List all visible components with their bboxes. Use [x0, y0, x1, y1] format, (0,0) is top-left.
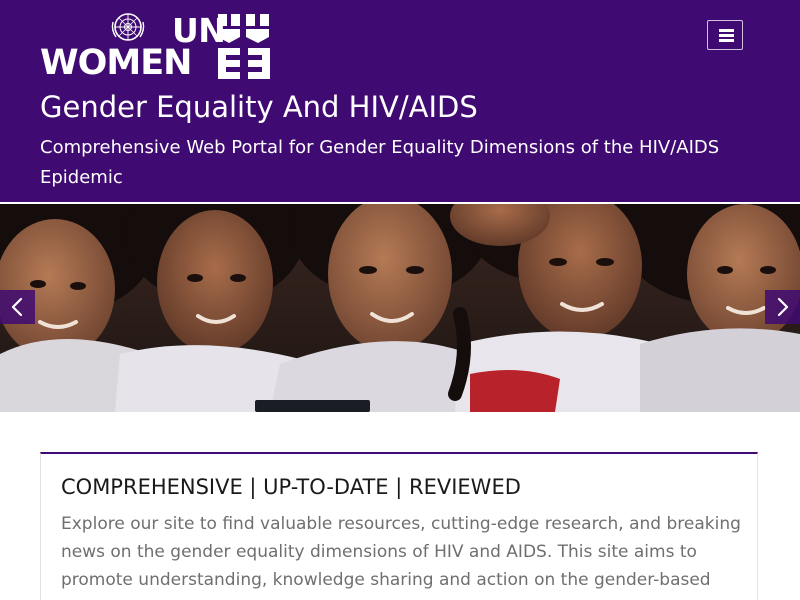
hero-carousel[interactable] — [0, 204, 800, 412]
site-header: UN WOMEN Gender Equality And HIV/AIDS Co… — [0, 0, 800, 202]
chevron-left-icon — [11, 297, 23, 317]
intro-panel: COMPREHENSIVE | UP-TO-DATE | REVIEWED Ex… — [40, 452, 758, 600]
site-title[interactable]: Gender Equality And HIV/AIDS — [40, 88, 478, 126]
hamburger-menu-icon — [719, 29, 734, 32]
un-women-logo[interactable]: UN WOMEN — [40, 12, 280, 83]
carousel-next-button[interactable] — [765, 290, 800, 324]
site-tagline: Comprehensive Web Portal for Gender Equa… — [40, 137, 720, 188]
logo-text-women: WOMEN — [40, 43, 192, 83]
chevron-right-icon — [777, 297, 789, 317]
carousel-slide-image — [0, 204, 800, 412]
hamburger-menu-icon-bar — [719, 34, 734, 37]
hamburger-menu-icon-bar — [719, 39, 734, 42]
intro-body: Explore our site to find valuable resour… — [61, 514, 741, 600]
intro-heading: COMPREHENSIVE | UP-TO-DATE | REVIEWED — [61, 475, 521, 499]
menu-toggle-button[interactable] — [707, 20, 743, 50]
un-emblem-icon — [111, 13, 145, 41]
un-women-mark-icon — [218, 14, 270, 79]
carousel-prev-button[interactable] — [0, 290, 35, 324]
